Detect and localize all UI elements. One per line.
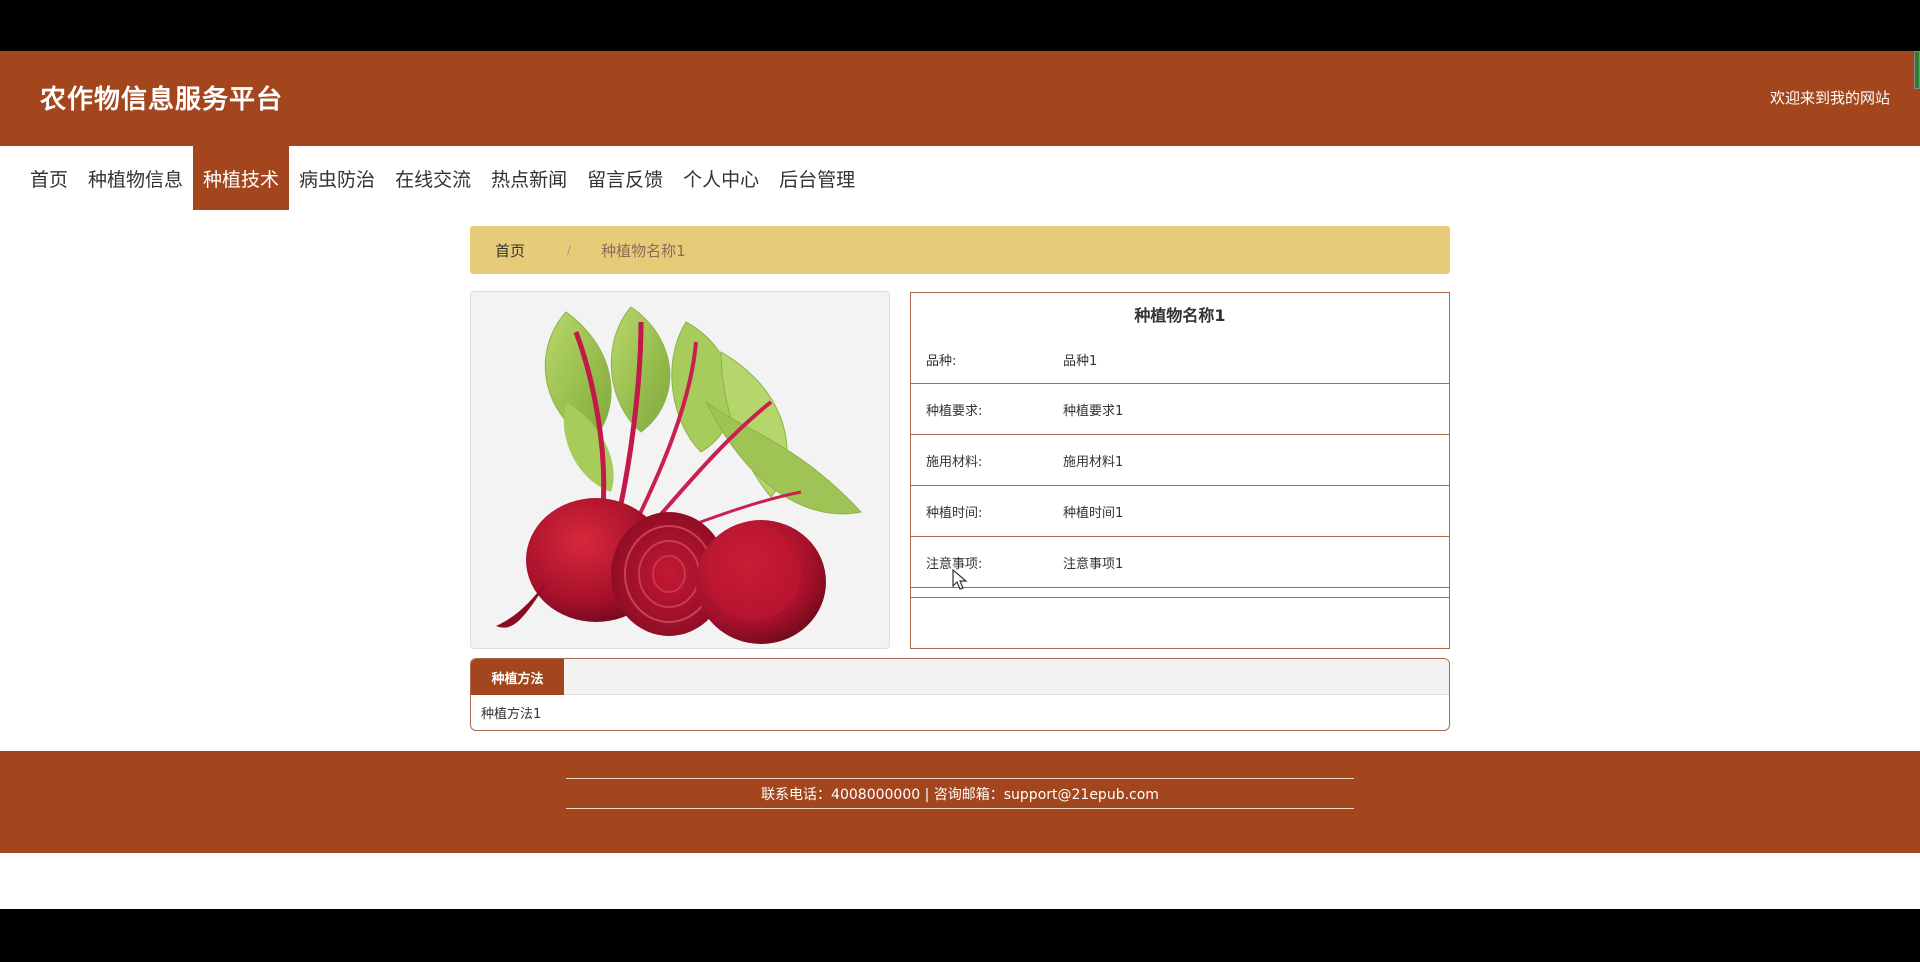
site-title[interactable]: 农作物信息服务平台 bbox=[40, 79, 283, 116]
plant-name-title: 种植物名称1 bbox=[1134, 306, 1226, 325]
info-row-materials: 施用材料: 施用材料1 bbox=[911, 435, 1449, 486]
nav-item-home[interactable]: 首页 bbox=[20, 146, 78, 210]
footer-contact: 联系电话：4008000000 | 咨询邮箱：support@21epub.co… bbox=[761, 787, 1159, 803]
breadcrumb: 首页 / 种植物名称1 bbox=[470, 226, 1450, 274]
method-tabs: 种植方法 种植方法1 bbox=[470, 658, 1450, 731]
nav-item-news[interactable]: 热点新闻 bbox=[481, 146, 577, 210]
tab-content: 种植方法1 bbox=[481, 707, 542, 722]
site-footer: 联系电话：4008000000 | 咨询邮箱：support@21epub.co… bbox=[0, 751, 1920, 853]
nav-item-user-center[interactable]: 个人中心 bbox=[673, 146, 769, 210]
info-row-notes: 注意事项: 注意事项1 bbox=[911, 537, 1449, 588]
nav-item-online-chat[interactable]: 在线交流 bbox=[385, 146, 481, 210]
plant-info-panel: 种植物名称1 品种: 品种1 种植要求: 种植要求1 施用材料: 施用材料1 种… bbox=[910, 292, 1450, 649]
info-label: 种植要求: bbox=[926, 403, 983, 419]
beetroot-image bbox=[496, 306, 862, 644]
tab-planting-method[interactable]: 种植方法 bbox=[471, 659, 564, 695]
info-value: 种植要求1 bbox=[1063, 403, 1124, 419]
info-value: 种植时间1 bbox=[1063, 505, 1124, 521]
info-row-requirements: 种植要求: 种植要求1 bbox=[911, 384, 1449, 435]
info-value: 施用材料1 bbox=[1063, 454, 1124, 470]
info-row-planting-time: 种植时间: 种植时间1 bbox=[911, 486, 1449, 537]
nav-item-feedback[interactable]: 留言反馈 bbox=[577, 146, 673, 210]
mouse-pointer-icon bbox=[952, 569, 968, 590]
info-label: 品种: bbox=[926, 353, 957, 369]
page: 农作物信息服务平台 欢迎来到我的网站 首页 种植物信息 种植技术 病虫防治 在线… bbox=[0, 51, 1920, 909]
nav-item-admin[interactable]: 后台管理 bbox=[769, 146, 865, 210]
scrollbar-thumb[interactable] bbox=[1914, 51, 1920, 89]
breadcrumb-current: 种植物名称1 bbox=[601, 241, 686, 260]
welcome-text: 欢迎来到我的网站 bbox=[1769, 89, 1890, 107]
info-label: 种植时间: bbox=[926, 505, 983, 521]
site-header: 农作物信息服务平台 欢迎来到我的网站 bbox=[0, 51, 1920, 146]
top-black-bar bbox=[0, 0, 1920, 51]
info-label: 施用材料: bbox=[926, 454, 983, 470]
main-nav: 首页 种植物信息 种植技术 病虫防治 在线交流 热点新闻 留言反馈 个人中心 后… bbox=[20, 146, 865, 210]
footer-divider-bottom bbox=[566, 808, 1354, 809]
nav-item-pest-control[interactable]: 病虫防治 bbox=[289, 146, 385, 210]
breadcrumb-home-link[interactable]: 首页 bbox=[495, 240, 525, 261]
footer-divider-top bbox=[566, 778, 1354, 779]
tab-bar: 种植方法 bbox=[471, 659, 1449, 695]
info-divider bbox=[911, 588, 1449, 598]
info-row-variety: 品种: 品种1 bbox=[911, 335, 1449, 384]
nav-item-planting-tech[interactable]: 种植技术 bbox=[193, 146, 290, 210]
bottom-black-bar bbox=[0, 909, 1920, 962]
info-label: 注意事项: bbox=[926, 556, 983, 572]
info-value: 品种1 bbox=[1063, 353, 1098, 369]
nav-item-plant-info[interactable]: 种植物信息 bbox=[78, 146, 193, 210]
plant-image bbox=[470, 291, 890, 649]
breadcrumb-separator: / bbox=[567, 243, 572, 257]
info-value: 注意事项1 bbox=[1063, 556, 1124, 572]
